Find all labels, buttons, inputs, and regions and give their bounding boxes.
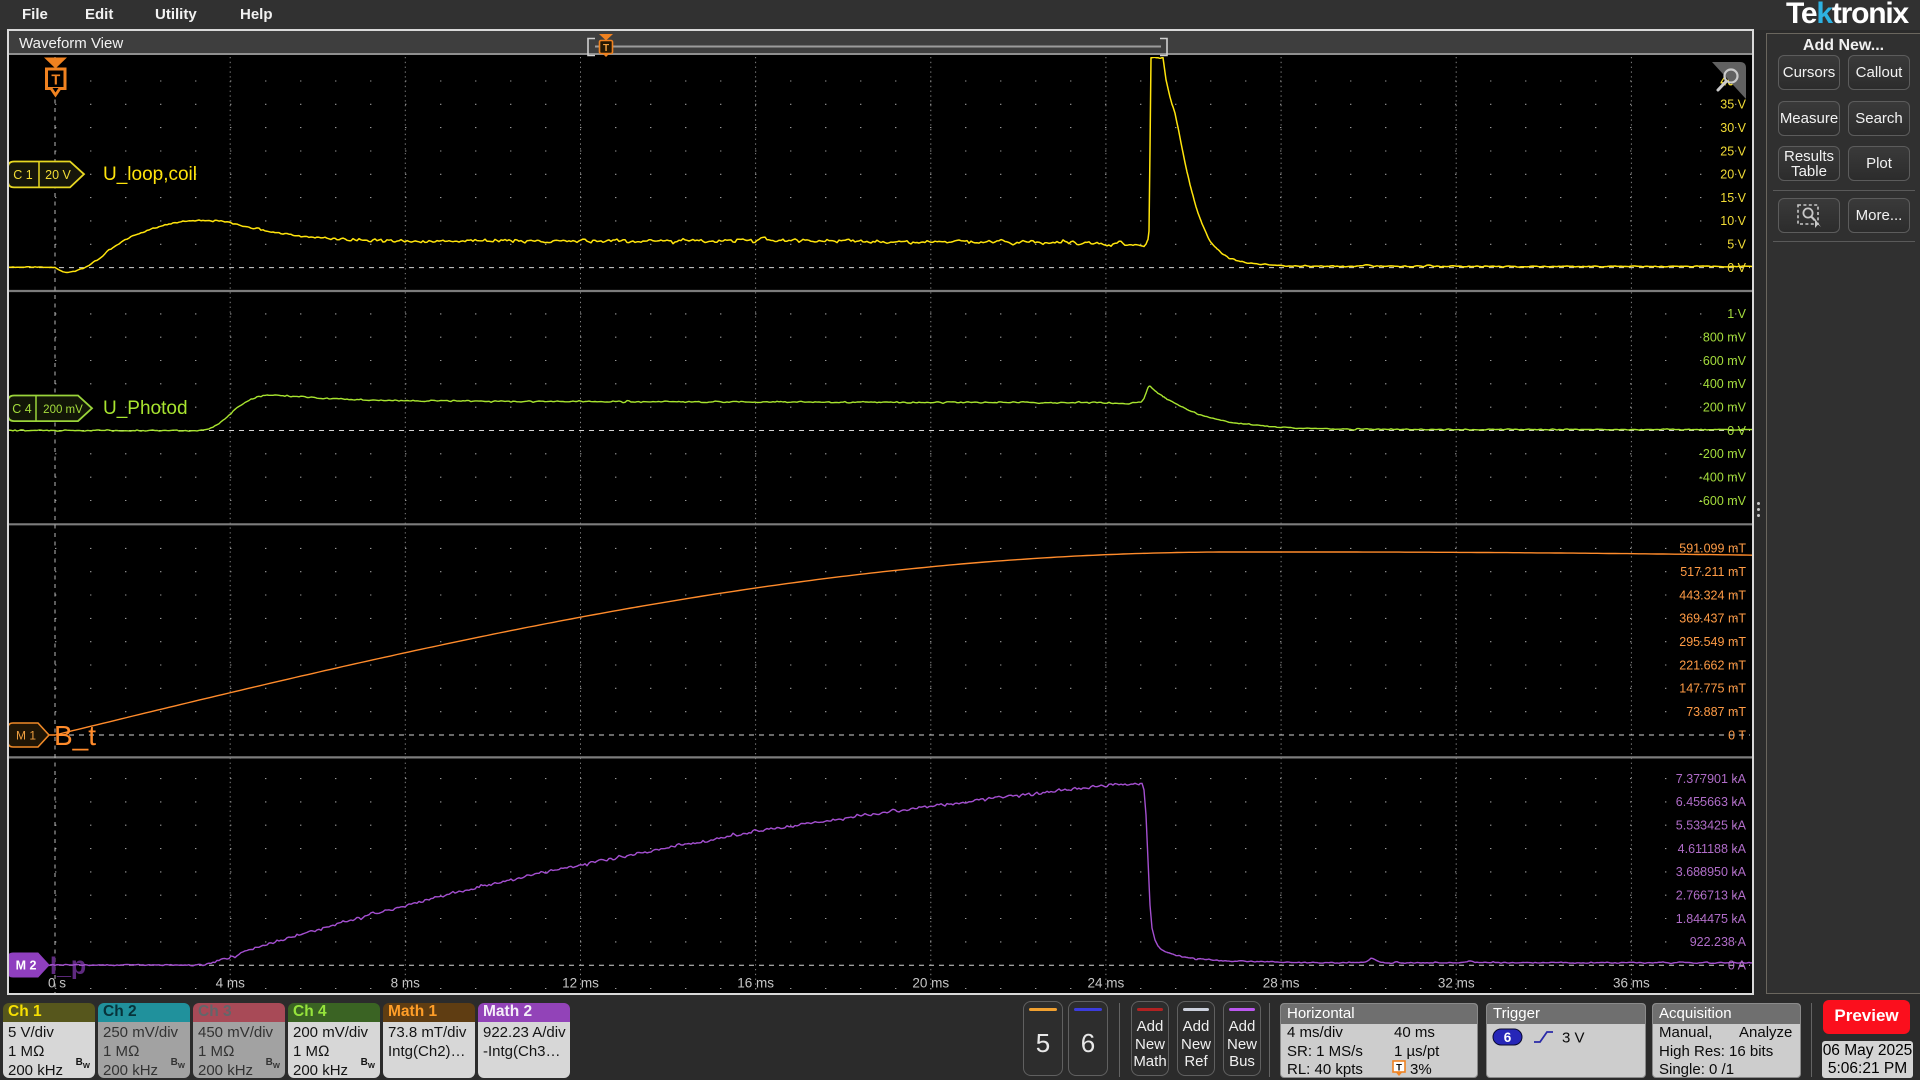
svg-text:4.611188 kA: 4.611188 kA <box>1678 842 1747 856</box>
svg-text:200 mV: 200 mV <box>1703 401 1747 415</box>
svg-text:0 V: 0 V <box>1727 424 1746 438</box>
svg-text:T: T <box>603 43 609 54</box>
svg-text:1 V: 1 V <box>1727 307 1746 321</box>
svg-text:5.533425 kA: 5.533425 kA <box>1676 819 1747 833</box>
svg-text:400 mV: 400 mV <box>1703 377 1747 391</box>
svg-text:147.775 mT: 147.775 mT <box>1679 682 1746 696</box>
svg-text:T: T <box>1396 1063 1402 1074</box>
svg-text:M 2: M 2 <box>16 959 37 973</box>
svg-text:0 s: 0 s <box>48 976 66 991</box>
svg-text:12 ms: 12 ms <box>562 976 599 991</box>
svg-text:221.662 mT: 221.662 mT <box>1679 658 1746 672</box>
svg-text:M 1: M 1 <box>16 729 36 743</box>
svg-text:517.211 mT: 517.211 mT <box>1680 565 1746 579</box>
svg-text:B_t: B_t <box>54 720 96 751</box>
svg-text:U_loop,coil: U_loop,coil <box>103 164 197 185</box>
svg-text:1.844475 kA: 1.844475 kA <box>1676 912 1747 926</box>
svg-text:3.688950 kA: 3.688950 kA <box>1676 865 1747 879</box>
svg-text:25 V: 25 V <box>1720 144 1746 158</box>
svg-text:20 ms: 20 ms <box>912 976 949 991</box>
svg-text:10 V: 10 V <box>1720 214 1746 228</box>
svg-text:35 V: 35 V <box>1720 98 1746 112</box>
svg-text:-200 mV: -200 mV <box>1699 447 1747 461</box>
svg-text:U_Photod: U_Photod <box>103 398 188 419</box>
svg-text:6: 6 <box>1504 1030 1512 1045</box>
svg-text:0 A: 0 A <box>1728 959 1747 973</box>
svg-text:600 mV: 600 mV <box>1703 354 1747 368</box>
svg-text:28 ms: 28 ms <box>1263 976 1300 991</box>
svg-text:16 ms: 16 ms <box>737 976 774 991</box>
svg-text:-600 mV: -600 mV <box>1699 494 1747 508</box>
svg-text:7.377901 kA: 7.377901 kA <box>1676 772 1747 786</box>
svg-text:369.437 mT: 369.437 mT <box>1679 612 1746 626</box>
svg-text:36 ms: 36 ms <box>1613 976 1650 991</box>
svg-text:24 ms: 24 ms <box>1088 976 1125 991</box>
svg-text:4 ms: 4 ms <box>216 976 246 991</box>
svg-text:6.455663 kA: 6.455663 kA <box>1676 795 1747 809</box>
svg-text:800 mV: 800 mV <box>1703 331 1747 345</box>
svg-text:T: T <box>51 73 60 89</box>
svg-text:295.549 mT: 295.549 mT <box>1679 635 1746 649</box>
svg-text:0 T: 0 T <box>1728 728 1746 742</box>
svg-text:C 1: C 1 <box>13 168 33 182</box>
svg-text:2.766713 kA: 2.766713 kA <box>1676 889 1747 903</box>
svg-text:443.324 mT: 443.324 mT <box>1679 588 1746 602</box>
svg-text:8 ms: 8 ms <box>391 976 421 991</box>
svg-text:32 ms: 32 ms <box>1438 976 1475 991</box>
svg-text:C 4: C 4 <box>12 402 32 416</box>
svg-text:591.099 mT: 591.099 mT <box>1679 542 1746 556</box>
svg-text:5 V: 5 V <box>1727 238 1746 252</box>
svg-text:20 V: 20 V <box>45 168 71 182</box>
svg-text:200 mV: 200 mV <box>43 404 83 416</box>
svg-text:3 V: 3 V <box>1562 1030 1585 1047</box>
svg-text:15 V: 15 V <box>1720 191 1746 205</box>
svg-text:922.238 A: 922.238 A <box>1690 935 1747 949</box>
svg-text:-400 mV: -400 mV <box>1699 471 1747 485</box>
svg-text:73.887 mT: 73.887 mT <box>1686 705 1746 719</box>
svg-text:20 V: 20 V <box>1720 168 1746 182</box>
svg-text:30 V: 30 V <box>1720 121 1746 135</box>
svg-text:0 V: 0 V <box>1727 261 1746 275</box>
